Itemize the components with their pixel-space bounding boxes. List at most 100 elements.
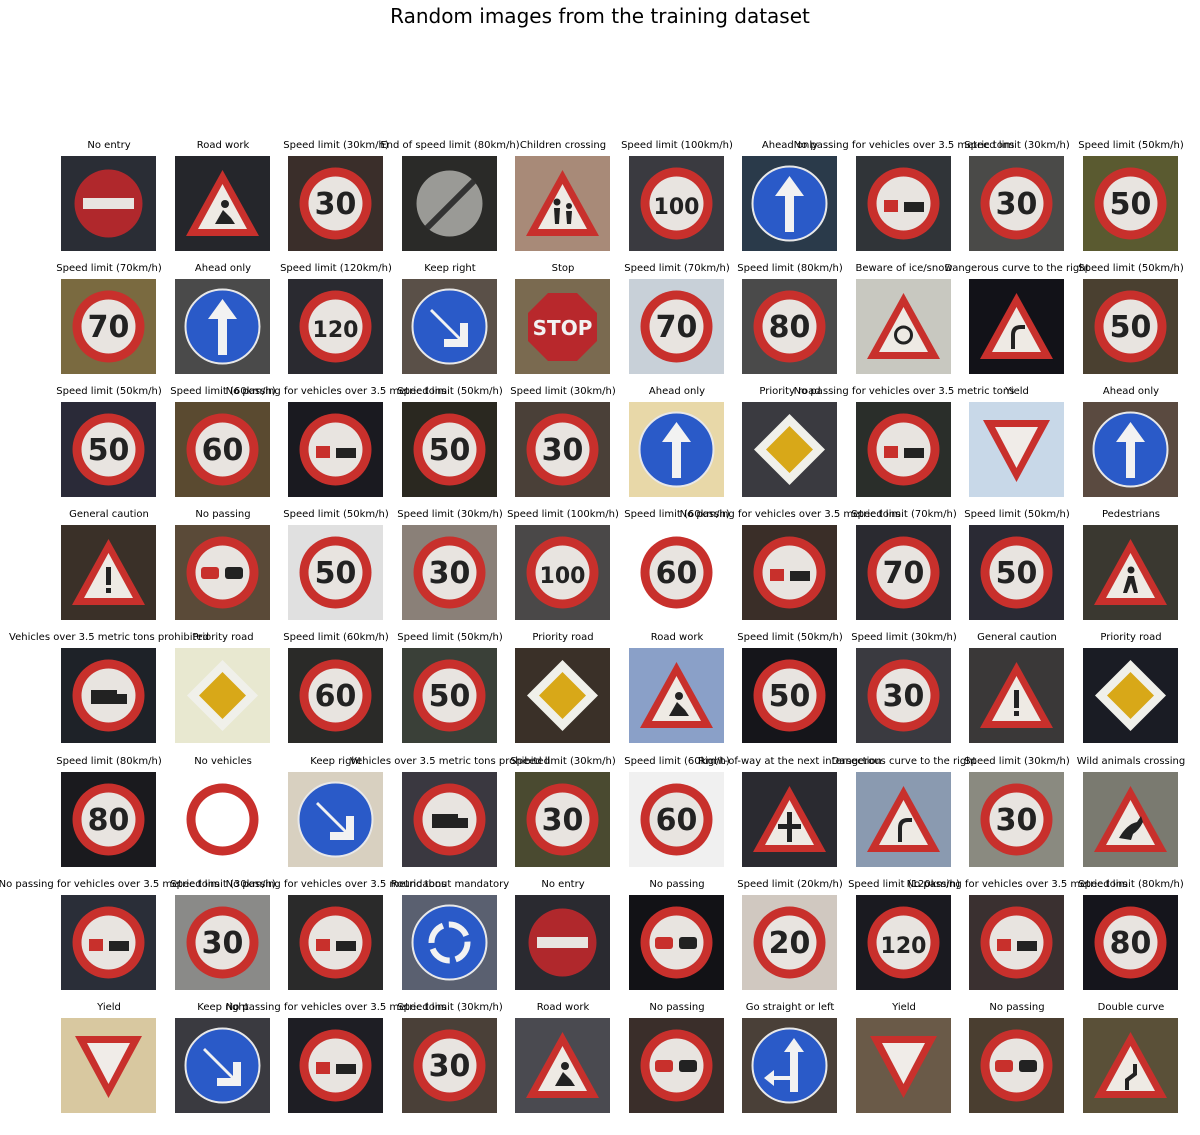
dangerous-curve-right-sign-icon — [856, 772, 951, 867]
sample-image — [175, 525, 270, 620]
ahead-only-sign-icon — [1083, 402, 1178, 497]
sample-image — [175, 772, 270, 867]
svg-text:30: 30 — [429, 1049, 471, 1084]
sample-label: Ahead only — [1102, 386, 1160, 397]
speed-limit-30-sign-icon: 30 — [175, 895, 270, 990]
stop-sign-icon: STOP — [515, 279, 610, 374]
sample-image — [288, 1018, 383, 1113]
sample-label: Ahead only — [194, 263, 252, 274]
sample-label: Speed limit (30km/h) — [964, 756, 1070, 767]
sample-image — [629, 895, 724, 990]
speed-limit-30-sign-icon: 30 — [402, 525, 497, 620]
sample-label: Vehicles over 3.5 metric tons prohibited — [9, 632, 209, 643]
road-work-sign-icon — [175, 156, 270, 251]
sample-image — [629, 1018, 724, 1113]
sample-label: Speed limit (70km/h) — [56, 263, 162, 274]
svg-text:30: 30 — [542, 433, 584, 468]
sample-image — [1083, 772, 1178, 867]
sample-image — [288, 895, 383, 990]
speed-limit-60-sign-icon: 60 — [629, 525, 724, 620]
roundabout-sign-icon — [402, 895, 497, 990]
sample-image: 70 — [629, 279, 724, 374]
svg-text:60: 60 — [656, 556, 698, 591]
no-passing-trucks-sign-icon — [288, 1018, 383, 1113]
sample-label: No passing — [989, 1002, 1045, 1013]
sample-label: Speed limit (50km/h) — [1078, 140, 1184, 151]
svg-text:80: 80 — [88, 803, 130, 838]
sample-image: 60 — [175, 402, 270, 497]
no-passing-trucks-sign-icon — [856, 402, 951, 497]
sample-image: 50 — [742, 648, 837, 743]
speed-limit-80-sign-icon: 80 — [1083, 895, 1178, 990]
sample-label: Speed limit (30km/h) — [964, 140, 1070, 151]
speed-limit-120-sign-icon: 120 — [288, 279, 383, 374]
no-passing-sign-icon — [969, 1018, 1064, 1113]
sample-label: Dangerous curve to the right — [831, 756, 977, 767]
sample-image — [969, 402, 1064, 497]
sample-label: Speed limit (30km/h) — [510, 756, 616, 767]
ahead-only-sign-icon — [629, 402, 724, 497]
sample-image: 100 — [515, 525, 610, 620]
end-speed-limit-80-sign-icon — [402, 156, 497, 251]
sample-label: Wild animals crossing — [1076, 756, 1186, 767]
sample-image — [288, 402, 383, 497]
sample-label: Speed limit (50km/h) — [397, 632, 503, 643]
image-grid: No entry Road work Speed limit (30km/h) 30 E… — [0, 0, 1200, 1135]
sample-label: Roundabout mandatory — [390, 879, 510, 890]
speed-limit-70-sign-icon: 70 — [61, 279, 156, 374]
sample-image — [515, 1018, 610, 1113]
trucks-prohibited-sign-icon — [61, 648, 156, 743]
sample-image — [856, 772, 951, 867]
sample-image: 60 — [629, 772, 724, 867]
speed-limit-30-sign-icon: 30 — [402, 1018, 497, 1113]
sample-label: Speed limit (30km/h) — [397, 509, 503, 520]
sample-image — [629, 648, 724, 743]
sample-label: Speed limit (50km/h) — [397, 386, 503, 397]
sample-label: Keep right — [424, 263, 476, 274]
sample-label: Speed limit (50km/h) — [56, 386, 162, 397]
sample-image — [402, 156, 497, 251]
sample-label: Speed limit (50km/h) — [964, 509, 1070, 520]
trucks-prohibited-sign-icon — [402, 772, 497, 867]
sample-label: End of speed limit (80km/h) — [380, 140, 520, 151]
sample-image: 80 — [61, 772, 156, 867]
sample-image — [856, 1018, 951, 1113]
no-passing-trucks-sign-icon — [288, 402, 383, 497]
sample-image — [969, 648, 1064, 743]
sample-label: General caution — [977, 632, 1057, 643]
svg-text:60: 60 — [656, 803, 698, 838]
sample-image — [742, 1018, 837, 1113]
sample-image: 120 — [856, 895, 951, 990]
no-entry-sign-icon — [61, 156, 156, 251]
svg-text:70: 70 — [883, 556, 925, 591]
svg-text:50: 50 — [88, 433, 130, 468]
sample-image: 30 — [402, 525, 497, 620]
no-passing-sign-icon — [175, 525, 270, 620]
road-work-sign-icon — [629, 648, 724, 743]
children-crossing-sign-icon — [515, 156, 610, 251]
sample-image — [61, 895, 156, 990]
wild-animals-sign-icon — [1083, 772, 1178, 867]
road-work-sign-icon — [515, 1018, 610, 1113]
general-caution-sign-icon — [969, 648, 1064, 743]
sample-image: 50 — [288, 525, 383, 620]
sample-image: 100 — [629, 156, 724, 251]
no-passing-trucks-sign-icon — [288, 895, 383, 990]
speed-limit-50-sign-icon: 50 — [1083, 279, 1178, 374]
sample-label: Speed limit (30km/h) — [397, 1002, 503, 1013]
svg-text:50: 50 — [1110, 310, 1152, 345]
svg-text:50: 50 — [429, 433, 471, 468]
sample-label: Speed limit (60km/h) — [283, 632, 389, 643]
sample-label: Speed limit (30km/h) — [510, 386, 616, 397]
sample-label: Road work — [196, 140, 250, 151]
sample-image: 30 — [856, 648, 951, 743]
speed-limit-50-sign-icon: 50 — [402, 402, 497, 497]
no-passing-trucks-sign-icon — [856, 156, 951, 251]
ice-snow-sign-icon — [856, 279, 951, 374]
pedestrians-sign-icon — [1083, 525, 1178, 620]
sample-label: No passing for vehicles over 3.5 metric … — [793, 386, 1015, 397]
speed-limit-30-sign-icon: 30 — [969, 156, 1064, 251]
svg-text:STOP: STOP — [533, 316, 593, 340]
svg-text:50: 50 — [429, 679, 471, 714]
speed-limit-80-sign-icon: 80 — [742, 279, 837, 374]
